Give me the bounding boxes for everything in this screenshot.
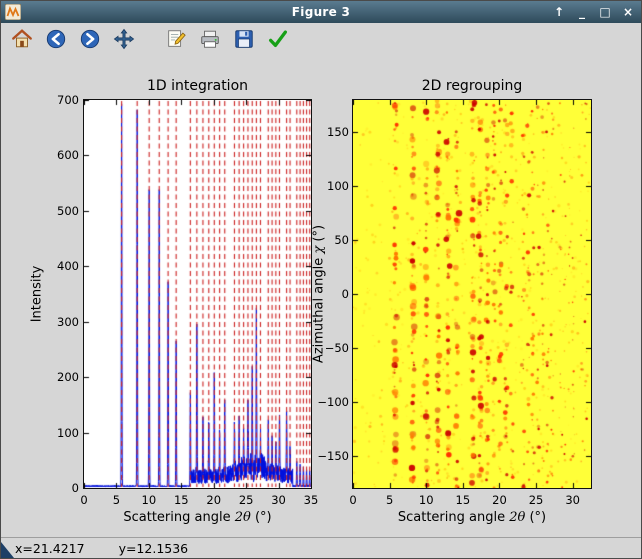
cursor-y-readout: y=12.1536 [119, 541, 189, 556]
tick-label: 35 [304, 493, 319, 507]
figure-toolbar [1, 23, 641, 56]
plot-1d-axes[interactable] [83, 99, 312, 489]
printer-icon [199, 28, 221, 50]
label-text: Scattering angle [398, 510, 509, 525]
toolbar-separator [145, 39, 155, 40]
figure-canvas-area: 1D integration 2D regrouping 01002003004… [1, 55, 641, 537]
tick-label: 700 [57, 93, 79, 107]
pan-button[interactable] [111, 26, 137, 52]
plot-2d-canvas[interactable] [353, 100, 591, 488]
figure-window: Figure 3 ↑ _ □ × [0, 0, 642, 559]
back-arrow-icon [45, 28, 67, 50]
plot-1d-canvas[interactable] [84, 100, 311, 488]
titlebar[interactable]: Figure 3 ↑ _ □ × [1, 1, 641, 23]
tick-label: 150 [327, 125, 349, 139]
save-floppy-icon [233, 28, 255, 50]
tick-label: 30 [565, 493, 580, 507]
close-button[interactable]: × [620, 3, 636, 21]
tick-label: −50 [325, 341, 349, 355]
tick-label: 50 [334, 233, 349, 247]
save-button[interactable] [231, 26, 257, 52]
minimize-button[interactable]: _ [574, 3, 590, 21]
math-symbol: 2θ [235, 510, 251, 525]
plot-2d-axes[interactable] [352, 99, 592, 489]
apply-check-icon [267, 28, 289, 50]
tick-label: 20 [206, 493, 221, 507]
tick-label: −100 [317, 395, 349, 409]
plot2-xtick-labels: 051015202530 [353, 493, 591, 507]
tick-label: 0 [342, 287, 349, 301]
tick-label: 10 [419, 493, 434, 507]
back-button[interactable] [43, 26, 69, 52]
tick-label: 400 [57, 259, 79, 273]
label-text: (°) [312, 225, 327, 246]
print-button[interactable] [197, 26, 223, 52]
tick-label: 5 [113, 493, 120, 507]
tick-label: 25 [529, 493, 544, 507]
plot1-xlabel: Scattering angle 2θ (°) [84, 510, 311, 525]
label-text: Azimuthal angle [312, 254, 327, 363]
tick-label: 0 [80, 493, 87, 507]
home-icon [11, 28, 33, 50]
statusbar: x=21.4217 y=12.1536 [1, 537, 641, 558]
plot1-ytick-labels: 0100200300400500600700 [41, 100, 79, 488]
plot2-xlabel: Scattering angle 2θ (°) [353, 510, 591, 525]
window-controls: ↑ _ □ × [551, 1, 636, 23]
maximize-button[interactable]: □ [597, 3, 613, 21]
forward-arrow-icon [79, 28, 101, 50]
plot1-title: 1D integration [84, 78, 311, 94]
apply-button[interactable] [265, 26, 291, 52]
plot1-ylabel: Intensity [30, 266, 45, 323]
tick-label: 15 [174, 493, 189, 507]
tick-label: 200 [57, 370, 79, 384]
tick-label: 0 [349, 493, 356, 507]
tick-label: 5 [386, 493, 393, 507]
tick-label: 15 [456, 493, 471, 507]
tick-label: 10 [142, 493, 157, 507]
tick-label: 500 [57, 204, 79, 218]
math-symbol: 2θ [509, 510, 525, 525]
cursor-x-readout: x=21.4217 [15, 541, 85, 556]
edit-button[interactable] [163, 26, 189, 52]
pan-move-icon [113, 28, 135, 50]
plot1-xtick-labels: 05101520253035 [84, 493, 311, 507]
tick-label: 25 [239, 493, 254, 507]
tick-label: 100 [57, 426, 79, 440]
window-title: Figure 3 [1, 5, 641, 19]
edit-page-icon [165, 28, 187, 50]
label-text: (°) [251, 510, 272, 525]
tick-label: 600 [57, 148, 79, 162]
resize-grip[interactable] [1, 542, 14, 558]
plot2-title: 2D regrouping [353, 78, 591, 94]
plot2-ylabel: Azimuthal angle χ (°) [312, 225, 327, 363]
label-text: Scattering angle [123, 510, 234, 525]
tick-label: −150 [317, 449, 349, 463]
label-text: (°) [525, 510, 546, 525]
tick-label: 100 [327, 179, 349, 193]
tick-label: 0 [72, 481, 79, 495]
tick-label: 30 [271, 493, 286, 507]
tick-label: 20 [492, 493, 507, 507]
math-symbol: χ [312, 246, 327, 254]
home-button[interactable] [9, 26, 35, 52]
tick-label: 300 [57, 315, 79, 329]
shade-button[interactable]: ↑ [551, 3, 567, 21]
forward-button[interactable] [77, 26, 103, 52]
